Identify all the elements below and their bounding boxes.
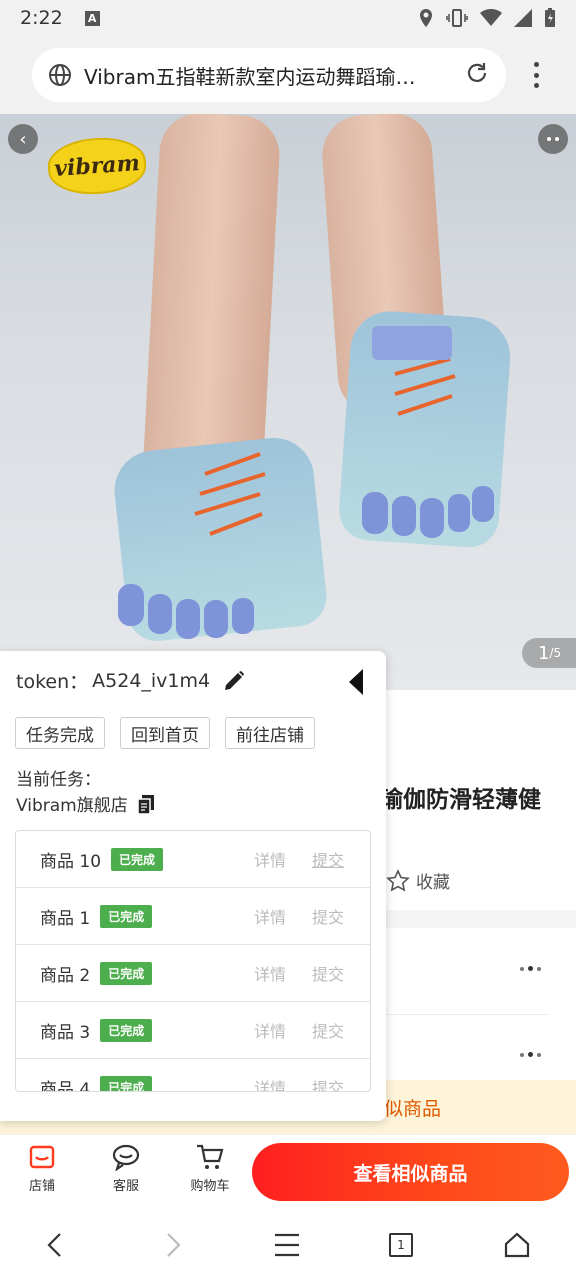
table-row: 商品 4 已完成 详情 提交	[16, 1059, 370, 1092]
nav-forward-icon[interactable]	[156, 1228, 190, 1262]
similar-text: 似商品	[384, 1098, 442, 1120]
service-label: 客服	[112, 1179, 139, 1194]
wifi-icon	[480, 9, 502, 26]
current-task-store: Vibram旗舰店	[16, 791, 156, 816]
token-label: token：	[16, 671, 89, 693]
location-icon	[420, 9, 432, 27]
status-bar: 2:22 A	[0, 0, 576, 36]
status-time: 2:22	[20, 7, 63, 29]
submit-link[interactable]: 提交	[312, 904, 344, 928]
browser-nav-bar: 1	[0, 1210, 576, 1280]
action-bar: 店铺 客服 购物车 查看相似商品	[0, 1134, 576, 1210]
status-badge: 已完成	[100, 1018, 153, 1042]
detail-link[interactable]: 详情	[254, 1018, 286, 1042]
item-name: 商品 10	[40, 851, 102, 872]
image-counter: 1/5	[522, 638, 576, 668]
view-similar-button[interactable]: 查看相似商品	[252, 1143, 569, 1201]
back-icon[interactable]: ‹	[8, 124, 38, 154]
detail-link[interactable]: 详情	[254, 961, 286, 985]
table-row: 商品 2 已完成 详情 提交	[16, 945, 370, 1002]
more-dots-icon[interactable]	[520, 966, 541, 971]
cart-button[interactable]: 购物车	[180, 1143, 240, 1194]
browser-menu-icon[interactable]	[526, 58, 546, 92]
shoe-illustration	[118, 326, 494, 639]
tabs-button[interactable]: 1	[384, 1228, 418, 1262]
star-icon	[386, 868, 410, 892]
store-icon	[29, 1145, 55, 1169]
submit-link[interactable]: 提交	[312, 847, 344, 871]
nav-back-icon[interactable]	[38, 1228, 72, 1262]
store-name: Vibram旗舰店	[16, 796, 128, 816]
item-name: 商品 3	[40, 1022, 91, 1043]
collapse-panel-icon[interactable]	[346, 667, 366, 701]
token-row: token： A524_iv1m4	[16, 667, 246, 694]
task-list: 商品 10 已完成 详情 提交 商品 1 已完成 详情 提交 商品 2 已完成 …	[15, 830, 371, 1092]
status-icons	[418, 8, 556, 28]
status-badge: 已完成	[100, 961, 153, 985]
cart-label: 购物车	[190, 1179, 230, 1194]
store-label: 店铺	[28, 1179, 55, 1194]
submit-link[interactable]: 提交	[312, 961, 344, 985]
nav-home-icon[interactable]	[500, 1228, 534, 1262]
address-bar[interactable]: Vibram五指鞋新款室内运动舞蹈瑜…	[32, 48, 506, 102]
item-name: 商品 1	[40, 908, 91, 929]
url-title: Vibram五指鞋新款室内运动舞蹈瑜…	[84, 64, 416, 89]
task-complete-button[interactable]: 任务完成	[15, 717, 105, 749]
product-title: 瑜伽防滑轻薄健	[380, 787, 541, 813]
back-home-button[interactable]: 回到首页	[120, 717, 210, 749]
table-row: 商品 10 已完成 详情 提交	[16, 831, 370, 888]
table-row: 商品 1 已完成 详情 提交	[16, 888, 370, 945]
battery-icon	[545, 8, 555, 27]
notification-a-icon: A	[84, 10, 100, 26]
table-row: 商品 3 已完成 详情 提交	[16, 1002, 370, 1059]
collect-button[interactable]: 收藏	[386, 868, 450, 893]
panel-buttons: 任务完成 回到首页 前往店铺	[15, 717, 315, 749]
status-badge: 已完成	[111, 847, 164, 871]
browser-toolbar: Vibram五指鞋新款室内运动舞蹈瑜…	[0, 36, 576, 114]
submit-link[interactable]: 提交	[312, 1018, 344, 1042]
reload-icon[interactable]	[464, 60, 490, 90]
vibrate-icon	[446, 9, 468, 27]
divider	[386, 1014, 550, 1015]
more-dots-icon[interactable]	[520, 1052, 541, 1057]
detail-link[interactable]: 详情	[254, 904, 286, 928]
submit-link[interactable]: 提交	[312, 1075, 344, 1091]
signal-icon	[514, 9, 532, 27]
go-store-button[interactable]: 前往店铺	[225, 717, 315, 749]
status-badge: 已完成	[100, 1075, 153, 1091]
edit-icon[interactable]	[222, 669, 246, 693]
token-value: A524_iv1m4	[92, 669, 211, 692]
current-task-label: 当前任务：	[16, 770, 101, 790]
cart-icon	[197, 1144, 224, 1169]
detail-link[interactable]: 详情	[254, 1075, 286, 1091]
task-panel: token： A524_iv1m4 任务完成 回到首页 前往店铺 当前任务： V…	[0, 651, 386, 1121]
copy-icon[interactable]	[136, 793, 156, 815]
item-name: 商品 2	[40, 965, 91, 986]
store-button[interactable]: 店铺	[12, 1143, 72, 1194]
collect-label: 收藏	[416, 873, 450, 893]
more-icon[interactable]	[538, 124, 568, 154]
service-button[interactable]: 客服	[96, 1143, 156, 1194]
chat-icon	[112, 1144, 140, 1171]
item-name: 商品 4	[40, 1079, 91, 1092]
detail-link[interactable]: 详情	[254, 847, 286, 871]
tab-count: 1	[389, 1233, 413, 1257]
product-image[interactable]: vibram ‹ 1/5	[0, 114, 576, 690]
nav-menu-icon[interactable]	[270, 1228, 304, 1262]
status-badge: 已完成	[100, 904, 153, 928]
globe-icon	[49, 64, 71, 86]
